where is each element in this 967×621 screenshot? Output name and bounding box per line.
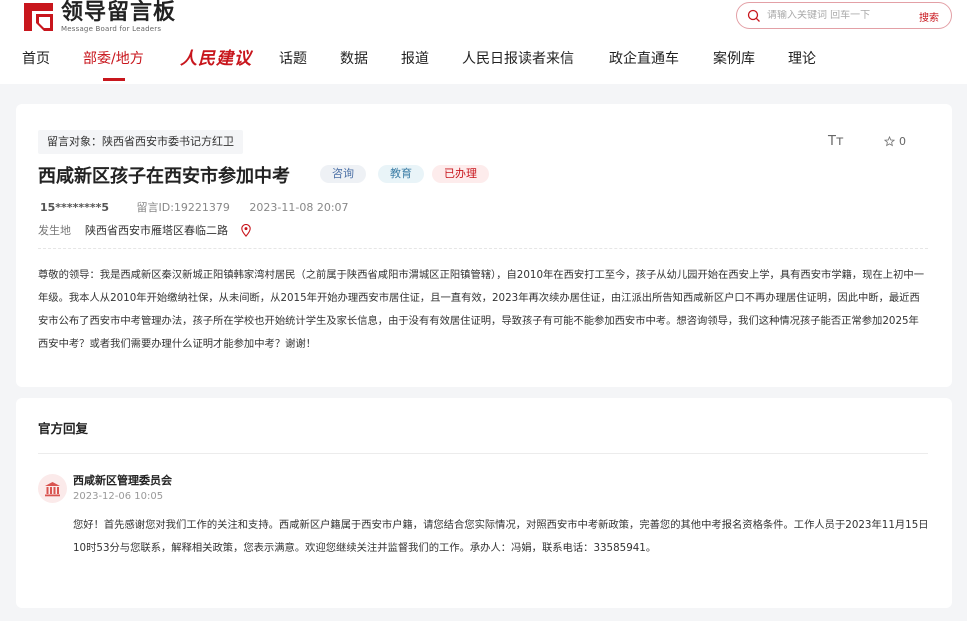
favorite-button[interactable]: 0	[884, 135, 906, 148]
nav-home[interactable]: 首页	[22, 48, 50, 68]
reply-body: 您好！首先感谢您对我们工作的关注和支持。西咸新区户籍属于西安市户籍，请您结合您实…	[73, 519, 929, 554]
search-box: 搜索	[736, 2, 952, 29]
message-author: 15********5	[40, 201, 109, 214]
message-datetime: 2023-11-08 20:07	[249, 201, 349, 214]
logo-subtitle: Message Board for Leaders	[61, 25, 162, 33]
divider	[38, 453, 928, 454]
logo-title: 领导留言板	[61, 0, 177, 25]
reply-datetime: 2023-12-06 10:05	[73, 491, 164, 502]
government-building-icon	[45, 481, 60, 496]
message-body: 尊敬的领导：我是西咸新区秦汉新城正阳镇韩家湾村居民（之前属于陕西省咸阳市渭城区正…	[38, 269, 924, 350]
nav-reports[interactable]: 报道	[401, 48, 429, 68]
nav-readers-letters[interactable]: 人民日报读者来信	[462, 48, 574, 68]
nav-case-library[interactable]: 案例库	[713, 48, 755, 68]
message-target: 留言对象：陕西省西安市委书记方红卫	[38, 130, 243, 154]
site-logo[interactable]: 领导留言板 Message Board for Leaders	[22, 0, 176, 34]
favorite-count: 0	[899, 135, 906, 148]
font-size-toggle-icon[interactable]: Tт	[828, 134, 844, 149]
star-icon	[884, 136, 895, 147]
official-reply-card: 官方回复 西咸新区管理委员会 2023-12-06 10:05 您好！首先感谢您…	[16, 398, 952, 608]
divider	[38, 248, 928, 249]
nav-people-suggestions[interactable]: 人民建议	[180, 44, 252, 69]
avatar	[38, 474, 67, 503]
main-nav: 首页 部委/地方 人民建议 话题 数据 报道 人民日报读者来信 政企直通车 案例…	[0, 48, 967, 84]
logo-mark-icon	[24, 3, 53, 31]
tag-education: 教育	[378, 165, 424, 183]
site-header: 领导留言板 Message Board for Leaders 搜索 首页 部委…	[0, 0, 967, 84]
reply-heading: 官方回复	[38, 421, 89, 436]
message-id: 留言ID:19221379	[136, 201, 230, 214]
nav-data[interactable]: 数据	[340, 48, 368, 68]
location-pin-icon[interactable]	[240, 223, 252, 237]
tag-consult: 咨询	[320, 165, 366, 183]
message-card: 留言对象：陕西省西安市委书记方红卫 Tт 0 西咸新区孩子在西安市参加中考 咨询…	[16, 104, 952, 387]
status-badge: 已办理	[432, 165, 489, 183]
search-input[interactable]	[767, 10, 917, 21]
reply-org-name: 西咸新区管理委员会	[73, 474, 172, 487]
message-location: 发生地 陕西省西安市雁塔区春临二路	[38, 222, 252, 238]
search-icon	[747, 9, 760, 22]
nav-active-indicator	[103, 78, 125, 81]
nav-ministries[interactable]: 部委/地方	[83, 48, 144, 68]
location-label: 发生地	[38, 224, 71, 237]
nav-theory[interactable]: 理论	[788, 48, 816, 68]
nav-enterprise-express[interactable]: 政企直通车	[609, 48, 679, 68]
message-meta: 15********5 留言ID:19221379 2023-11-08 20:…	[40, 199, 365, 215]
location-value: 陕西省西安市雁塔区春临二路	[85, 224, 228, 237]
nav-topics[interactable]: 话题	[279, 48, 307, 68]
message-title: 西咸新区孩子在西安市参加中考	[38, 166, 290, 187]
search-button[interactable]: 搜索	[919, 9, 939, 24]
